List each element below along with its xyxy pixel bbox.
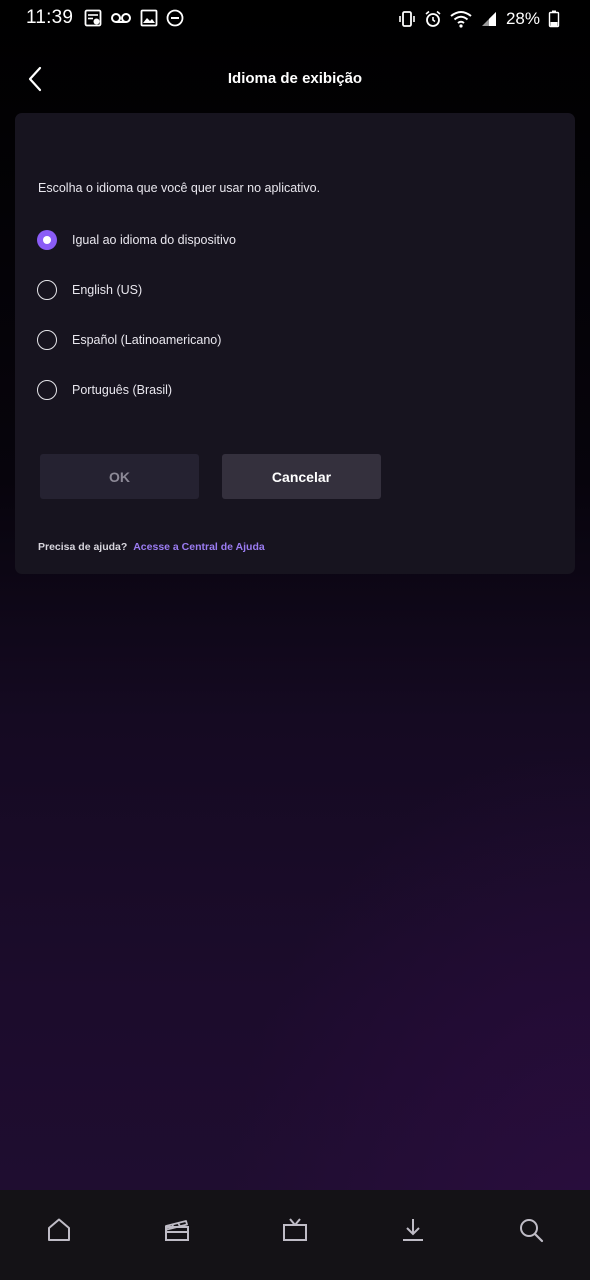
tv-icon [281,1216,309,1244]
nav-downloads[interactable] [398,1215,428,1245]
help-row: Precisa de ajuda? Acesse a Central de Aj… [38,541,265,553]
language-card: Escolha o idioma que você quer usar no a… [15,113,575,574]
image-icon [140,9,158,27]
radio-unselected[interactable] [37,380,57,400]
nav-home[interactable] [44,1215,74,1245]
status-left-icons [84,9,184,27]
status-time: 11:39 [26,7,74,28]
language-option-spanish[interactable]: Español (Latinoamericano) [37,327,437,353]
movies-icon [163,1216,191,1244]
battery-percent: 28% [505,9,540,28]
option-label: English (US) [72,283,143,297]
battery-icon [548,10,560,28]
option-label: Português (Brasil) [72,383,173,397]
language-option-english[interactable]: English (US) [37,277,437,303]
help-center-link[interactable]: Acesse a Central de Ajuda [133,541,265,553]
option-label: Igual ao idioma do dispositivo [72,233,236,247]
home-icon [45,1216,73,1244]
cancel-button[interactable]: Cancelar [222,454,381,499]
option-label: Español (Latinoamericano) [72,333,222,347]
radio-unselected[interactable] [37,330,57,350]
status-right-icons: 28% [398,9,560,29]
signal-icon [480,10,498,28]
language-option-portuguese[interactable]: Português (Brasil) [37,377,437,403]
radio-unselected[interactable] [37,280,57,300]
page-title: Idioma de exibição [227,70,363,87]
vibrate-icon [398,10,416,28]
search-icon [517,1216,545,1244]
nav-movies[interactable] [162,1215,192,1245]
bottom-nav [0,1190,590,1280]
language-option-device[interactable]: Igual ao idioma do dispositivo [37,227,437,253]
do-not-disturb-icon [166,9,184,27]
nav-search[interactable] [516,1215,546,1245]
ok-button[interactable]: OK [40,454,199,499]
alarm-icon [424,10,442,28]
nav-tv[interactable] [280,1215,310,1245]
download-icon [399,1216,427,1244]
card-description: Escolha o idioma que você quer usar no a… [38,181,321,195]
status-bar: 11:39 28% [0,0,590,36]
wifi-icon [450,10,472,28]
help-text: Precisa de ajuda? [38,541,128,553]
sim-card-icon [84,9,102,27]
radio-selected[interactable] [37,230,57,250]
top-bar: Idioma de exibição [0,55,590,103]
voicemail-icon [110,9,132,27]
